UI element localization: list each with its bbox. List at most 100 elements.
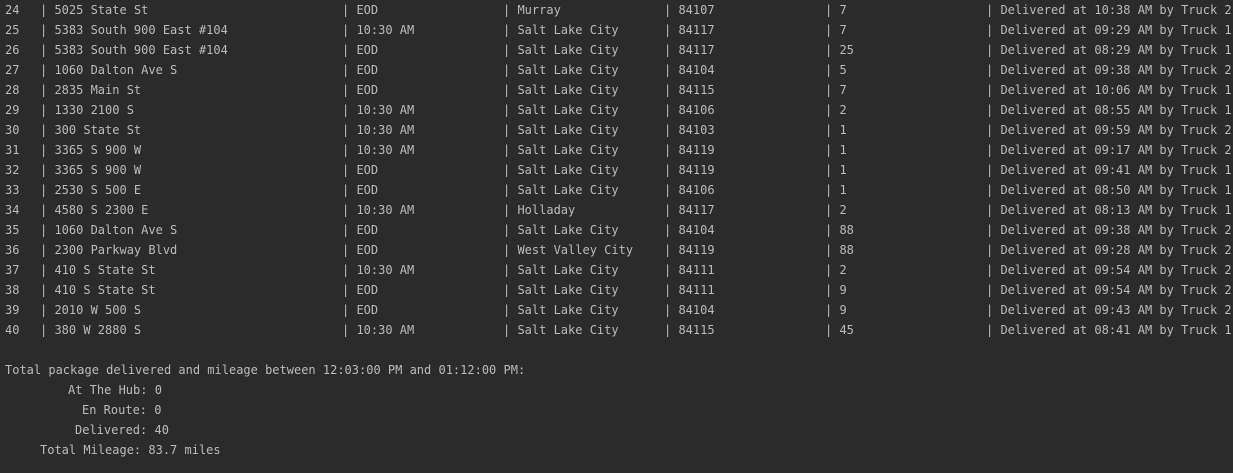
status-cell: | Delivered at 09:54 AM by Truck 2: [986, 283, 1232, 297]
city-cell: | Salt Lake City: [503, 303, 619, 317]
city-cell: | Salt Lake City: [503, 163, 619, 177]
weight-cell: | 9: [825, 303, 847, 317]
city-cell: | Salt Lake City: [503, 263, 619, 277]
table-row: 25 | 5383 South 900 East #104 | 10:30 AM | …: [0, 20, 1233, 40]
zip-cell: | 84107: [664, 3, 715, 17]
address-cell: | 2835 Main St: [40, 83, 142, 97]
city-cell: | Salt Lake City: [503, 103, 619, 117]
status-cell: | Delivered at 09:59 AM by Truck 2: [986, 123, 1232, 137]
deadline-cell: | EOD: [342, 243, 379, 257]
city-cell: | Salt Lake City: [503, 123, 619, 137]
table-row: 33 | 2530 S 500 E | EOD | Salt Lake City | 8…: [0, 180, 1233, 200]
package-id: 25: [5, 23, 20, 37]
status-cell: | Delivered at 09:38 AM by Truck 2: [986, 63, 1232, 77]
deadline-cell: | EOD: [342, 283, 379, 297]
summary-total-mileage: Total Mileage: 83.7 miles: [40, 443, 221, 457]
city-cell: | Salt Lake City: [503, 83, 619, 97]
weight-cell: | 1: [825, 183, 847, 197]
status-cell: | Delivered at 09:43 AM by Truck 2: [986, 303, 1232, 317]
package-id: 37: [5, 263, 20, 277]
summary-heading: Total package delivered and mileage betw…: [5, 363, 526, 377]
status-cell: | Delivered at 08:29 AM by Truck 1: [986, 43, 1232, 57]
status-cell: | Delivered at 09:29 AM by Truck 1: [986, 23, 1232, 37]
city-cell: | Salt Lake City: [503, 223, 619, 237]
deadline-cell: | 10:30 AM: [342, 203, 415, 217]
address-cell: | 5025 State St: [40, 3, 149, 17]
weight-cell: | 1: [825, 163, 847, 177]
table-row: 24 | 5025 State St | EOD | Murray | 84107 | 7…: [0, 0, 1233, 20]
package-id: 38: [5, 283, 20, 297]
deadline-cell: | EOD: [342, 303, 379, 317]
package-id: 34: [5, 203, 20, 217]
zip-cell: | 84106: [664, 103, 715, 117]
address-cell: | 410 S State St: [40, 263, 156, 277]
status-cell: | Delivered at 10:06 AM by Truck 1: [986, 83, 1232, 97]
weight-cell: | 2: [825, 103, 847, 117]
package-id: 28: [5, 83, 20, 97]
package-id: 30: [5, 123, 20, 137]
deadline-cell: | EOD: [342, 163, 379, 177]
status-cell: | Delivered at 08:55 AM by Truck 1: [986, 103, 1232, 117]
zip-cell: | 84104: [664, 303, 715, 317]
address-cell: | 300 State St: [40, 123, 142, 137]
deadline-cell: | 10:30 AM: [342, 123, 415, 137]
status-cell: | Delivered at 08:13 AM by Truck 1: [986, 203, 1232, 217]
status-cell: | Delivered at 09:38 AM by Truck 2: [986, 223, 1232, 237]
city-cell: | Salt Lake City: [503, 143, 619, 157]
status-cell: | Delivered at 10:38 AM by Truck 2: [986, 3, 1232, 17]
table-row: 28 | 2835 Main St | EOD | Salt Lake City | 8…: [0, 80, 1233, 100]
address-cell: | 1060 Dalton Ave S: [40, 223, 178, 237]
address-cell: | 2530 S 500 E: [40, 183, 142, 197]
weight-cell: | 2: [825, 203, 847, 217]
table-row: 26 | 5383 South 900 East #104 | EOD | Salt …: [0, 40, 1233, 60]
deadline-cell: | EOD: [342, 223, 379, 237]
table-row: 27 | 1060 Dalton Ave S | EOD | Salt Lake Ci…: [0, 60, 1233, 80]
address-cell: | 3365 S 900 W: [40, 163, 142, 177]
package-id: 39: [5, 303, 20, 317]
deadline-cell: | 10:30 AM: [342, 143, 415, 157]
zip-cell: | 84119: [664, 243, 715, 257]
city-cell: | Salt Lake City: [503, 283, 619, 297]
table-row: 29 | 1330 2100 S | 10:30 AM | Salt Lake Cit…: [0, 100, 1233, 120]
status-cell: | Delivered at 09:54 AM by Truck 2: [986, 263, 1232, 277]
weight-cell: | 2: [825, 263, 847, 277]
address-cell: | 3365 S 900 W: [40, 143, 142, 157]
address-cell: | 5383 South 900 East #104: [40, 43, 228, 57]
summary-delivered: Delivered: 40: [75, 423, 169, 437]
package-id: 31: [5, 143, 20, 157]
deadline-cell: | 10:30 AM: [342, 263, 415, 277]
status-cell: | Delivered at 09:17 AM by Truck 2: [986, 143, 1232, 157]
package-id: 29: [5, 103, 20, 117]
console-output: 24 | 5025 State St | EOD | Murray | 84107 | 7…: [0, 0, 1233, 473]
table-row: 30 | 300 State St | 10:30 AM | Salt Lake Ci…: [0, 120, 1233, 140]
address-cell: | 1060 Dalton Ave S: [40, 63, 178, 77]
deadline-cell: | EOD: [342, 63, 379, 77]
table-row: 39 | 2010 W 500 S | EOD | Salt Lake City | 8…: [0, 300, 1233, 320]
zip-cell: | 84117: [664, 43, 715, 57]
status-cell: | Delivered at 08:41 AM by Truck 1: [986, 323, 1232, 337]
city-cell: | Salt Lake City: [503, 323, 619, 337]
table-row: 32 | 3365 S 900 W | EOD | Salt Lake City | 8…: [0, 160, 1233, 180]
package-id: 33: [5, 183, 20, 197]
package-id: 24: [5, 3, 20, 17]
deadline-cell: | 10:30 AM: [342, 23, 415, 37]
package-id: 36: [5, 243, 20, 257]
zip-cell: | 84119: [664, 163, 715, 177]
deadline-cell: | 10:30 AM: [342, 323, 415, 337]
summary-en-route: En Route: 0: [82, 403, 162, 417]
deadline-cell: | 10:30 AM: [342, 103, 415, 117]
zip-cell: | 84115: [664, 83, 715, 97]
table-row: 31 | 3365 S 900 W | 10:30 AM | Salt Lake Ci…: [0, 140, 1233, 160]
weight-cell: | 25: [825, 43, 854, 57]
weight-cell: | 5: [825, 63, 847, 77]
deadline-cell: | EOD: [342, 43, 379, 57]
zip-cell: | 84103: [664, 123, 715, 137]
table-row: 40 | 380 W 2880 S | 10:30 AM | Salt Lake Ci…: [0, 320, 1233, 340]
package-id: 26: [5, 43, 20, 57]
deadline-cell: | EOD: [342, 3, 379, 17]
zip-cell: | 84111: [664, 283, 715, 297]
status-cell: | Delivered at 09:41 AM by Truck 1: [986, 163, 1232, 177]
address-cell: | 380 W 2880 S: [40, 323, 142, 337]
zip-cell: | 84111: [664, 263, 715, 277]
weight-cell: | 1: [825, 123, 847, 137]
